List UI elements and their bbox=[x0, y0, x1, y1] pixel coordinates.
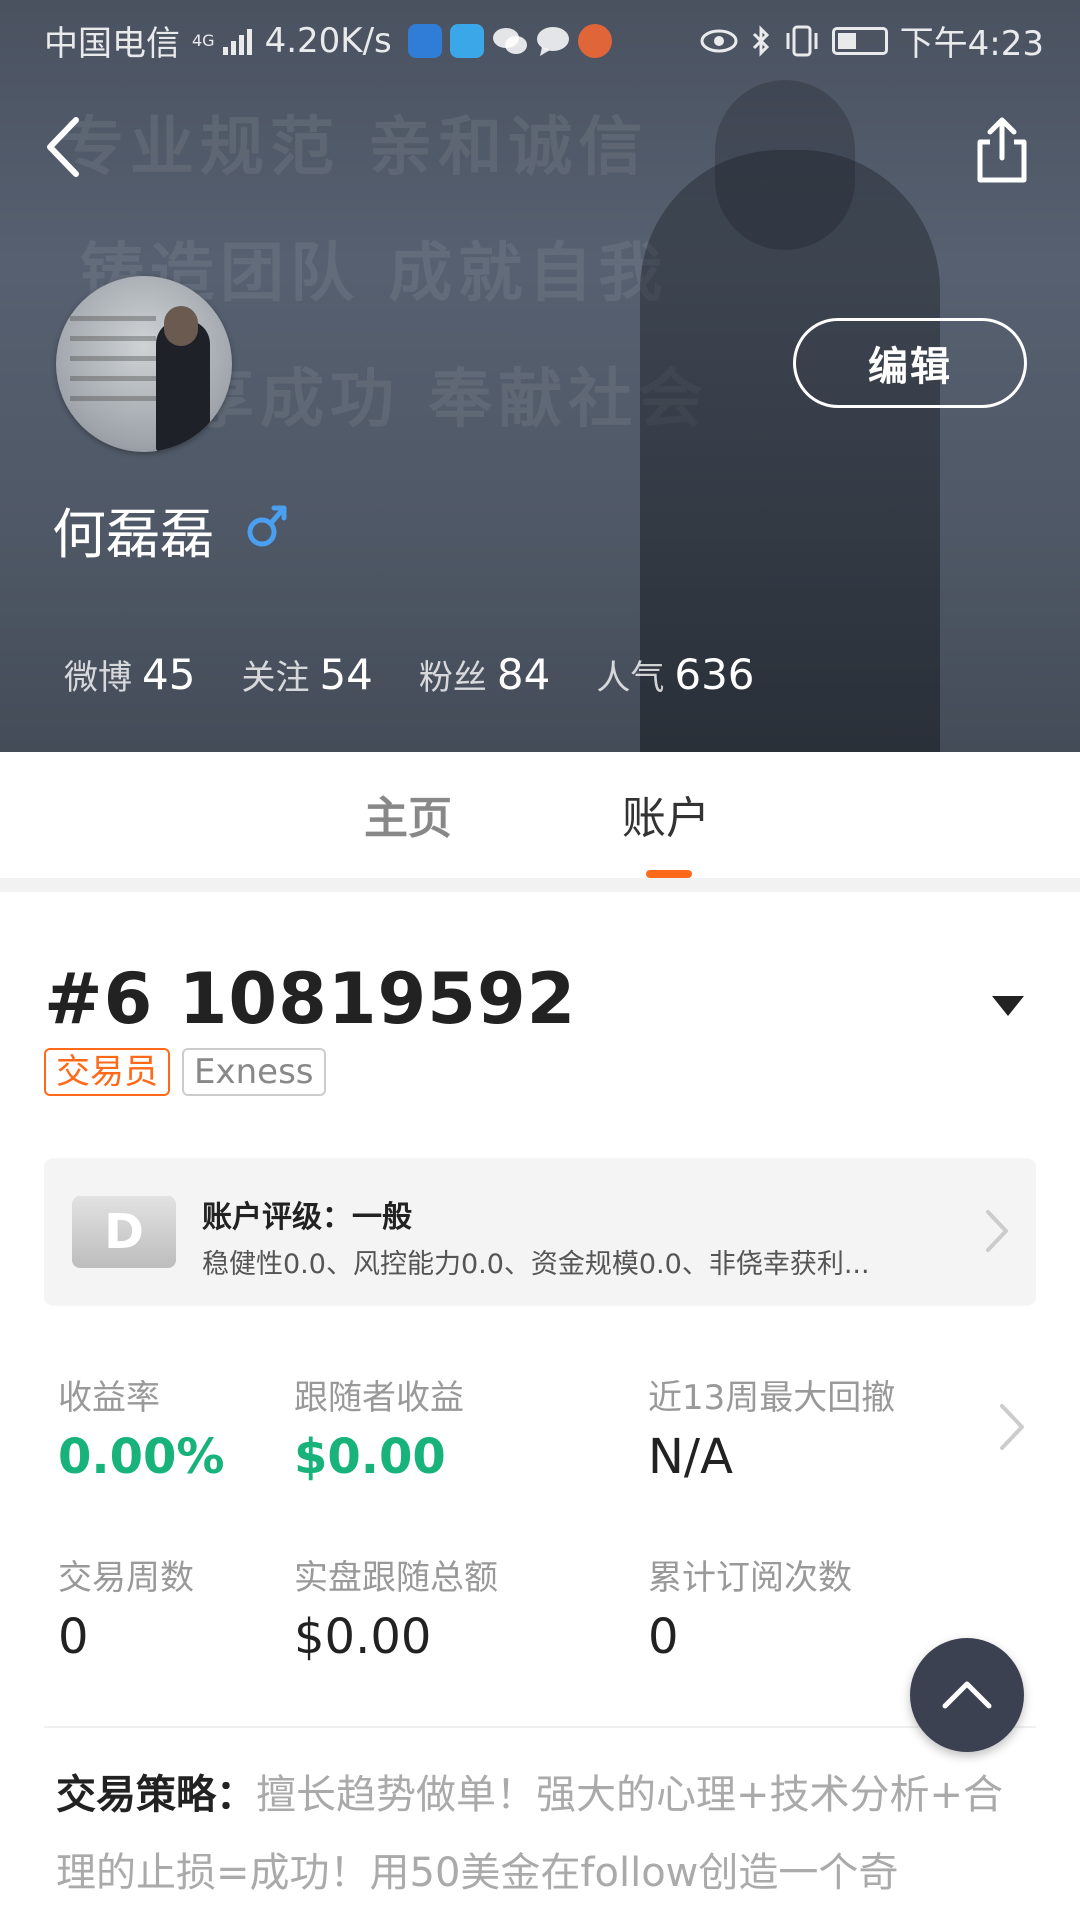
rating-description: 稳健性0.0、风控能力0.0、资金规模0.0、非侥幸获利... bbox=[202, 1249, 870, 1280]
stat-popularity: 人气 636 bbox=[596, 650, 754, 699]
tab-bar: 主页 账户 bbox=[0, 752, 1080, 878]
active-tab-indicator bbox=[646, 870, 692, 878]
metric-value: 0.00% bbox=[58, 1429, 225, 1485]
metric-max-drawdown: 近13周最大回撤 N/A bbox=[648, 1370, 895, 1485]
metric-label: 交易周数 bbox=[58, 1558, 194, 1598]
account-number: #6 10819592 bbox=[44, 958, 577, 1040]
eye-icon bbox=[700, 29, 738, 52]
trader-tag: 交易员 bbox=[44, 1048, 170, 1096]
network-type: 4G bbox=[192, 31, 215, 50]
network-speed: 4.20K/s bbox=[264, 20, 392, 61]
arrow-up-icon bbox=[942, 1681, 992, 1709]
share-icon[interactable] bbox=[974, 116, 1030, 184]
back-arrow-icon[interactable] bbox=[40, 112, 100, 182]
vibrate-icon bbox=[786, 25, 818, 56]
metric-label: 实盘跟随总额 bbox=[294, 1558, 498, 1598]
battery-icon bbox=[831, 26, 888, 55]
stat-value: 84 bbox=[496, 650, 551, 699]
stat-value: 636 bbox=[674, 650, 755, 699]
metric-label: 跟随者收益 bbox=[294, 1378, 464, 1418]
avatar-background bbox=[70, 316, 156, 406]
metric-value: N/A bbox=[648, 1429, 733, 1485]
telegram-app-icon bbox=[577, 23, 612, 58]
stat-fans[interactable]: 粉丝 84 bbox=[419, 650, 550, 699]
video-app-icon bbox=[449, 23, 484, 58]
bluetooth-icon bbox=[752, 24, 769, 57]
stat-value: 54 bbox=[319, 650, 373, 699]
profile-stats: 微博 45 关注 54 粉丝 84 人气 636 bbox=[64, 650, 801, 699]
metric-value: 0 bbox=[648, 1609, 679, 1665]
tab-account[interactable]: 账户 bbox=[622, 782, 710, 846]
metric-subscriptions: 累计订阅次数 0 bbox=[648, 1550, 852, 1665]
stat-label: 粉丝 bbox=[418, 658, 487, 698]
avatar-person bbox=[164, 306, 198, 346]
grade-badge: D bbox=[72, 1196, 176, 1268]
metric-label: 累计订阅次数 bbox=[648, 1558, 852, 1598]
profile-header: 专业规范 亲和诚信 铸造团队 成就自我 分享成功 奉献社会 中国电信 4G 4.… bbox=[0, 0, 1080, 752]
chevron-right-icon[interactable] bbox=[998, 1402, 1026, 1452]
edit-profile-button[interactable]: 编辑 bbox=[793, 318, 1027, 408]
metric-value: 0 bbox=[58, 1609, 89, 1665]
user-name: 何磊磊 bbox=[52, 503, 214, 566]
account-tags: 交易员 Exness bbox=[44, 1048, 326, 1096]
clock: 下午4:23 bbox=[899, 24, 1044, 64]
stat-following[interactable]: 关注 54 bbox=[241, 650, 372, 699]
metric-value: $0.00 bbox=[294, 1429, 446, 1485]
account-rating-card[interactable]: D 账户评级：一般 稳健性0.0、风控能力0.0、资金规模0.0、非侥幸获利..… bbox=[44, 1158, 1036, 1306]
male-gender-icon bbox=[247, 505, 287, 547]
stat-label: 人气 bbox=[596, 658, 665, 698]
back-to-top-button[interactable] bbox=[910, 1638, 1024, 1752]
signal-icon bbox=[222, 28, 252, 55]
avatar[interactable] bbox=[56, 276, 232, 452]
metric-follower-profit: 跟随者收益 $0.00 bbox=[294, 1370, 464, 1485]
rating-title: 账户评级：一般 bbox=[202, 1200, 412, 1235]
stat-value: 45 bbox=[142, 650, 196, 699]
metric-label: 近13周最大回撤 bbox=[648, 1378, 896, 1418]
strategy-label: 交易策略： bbox=[56, 1772, 256, 1818]
stat-label: 关注 bbox=[241, 658, 310, 698]
wechat-icon bbox=[492, 27, 527, 54]
message-icon bbox=[536, 26, 569, 56]
section-divider bbox=[0, 878, 1080, 892]
status-bar: 中国电信 4G 4.20K/s 下午4:23 bbox=[0, 0, 1080, 76]
shield-app-icon bbox=[407, 23, 442, 58]
metric-value: $0.00 bbox=[294, 1609, 432, 1665]
stat-weibo[interactable]: 微博 45 bbox=[64, 650, 195, 699]
carrier-label: 中国电信 bbox=[44, 24, 180, 64]
section-divider bbox=[44, 1726, 1036, 1728]
broker-tag: Exness bbox=[182, 1048, 326, 1096]
dropdown-triangle-icon[interactable] bbox=[988, 990, 1028, 1020]
trading-strategy: 交易策略：擅长趋势做单！强大的心理+技术分析+合理的止损=成功！用50美金在fo… bbox=[56, 1756, 1016, 1912]
metric-trading-weeks: 交易周数 0 bbox=[58, 1550, 194, 1665]
stat-label: 微博 bbox=[64, 658, 132, 698]
metric-copy-total: 实盘跟随总额 $0.00 bbox=[294, 1550, 498, 1665]
background-slogan: 专业规范 亲和诚信 bbox=[60, 111, 649, 185]
metric-label: 收益率 bbox=[58, 1378, 160, 1418]
chevron-right-icon bbox=[986, 1210, 1008, 1252]
tab-home[interactable]: 主页 bbox=[364, 782, 452, 846]
metric-return-rate: 收益率 0.00% bbox=[58, 1370, 225, 1485]
